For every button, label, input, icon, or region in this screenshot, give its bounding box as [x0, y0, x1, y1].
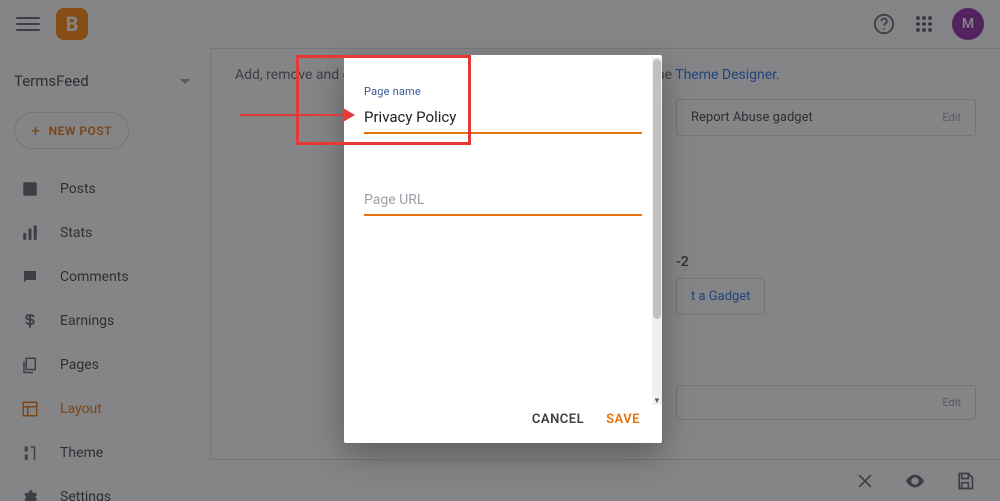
- page-name-field-label: Page name: [364, 85, 642, 98]
- scrollbar-down-arrow[interactable]: ▼: [652, 395, 662, 405]
- save-button[interactable]: SAVE: [606, 412, 640, 427]
- page-url-field-label[interactable]: Page URL: [364, 192, 642, 216]
- cancel-button[interactable]: CANCEL: [532, 412, 584, 427]
- scrollbar-thumb[interactable]: [653, 59, 661, 319]
- page-name-dialog: Page name Page URL CANCEL SAVE ▼: [344, 55, 662, 443]
- dialog-scrollbar[interactable]: ▼: [652, 57, 662, 405]
- page-name-input[interactable]: [364, 104, 642, 134]
